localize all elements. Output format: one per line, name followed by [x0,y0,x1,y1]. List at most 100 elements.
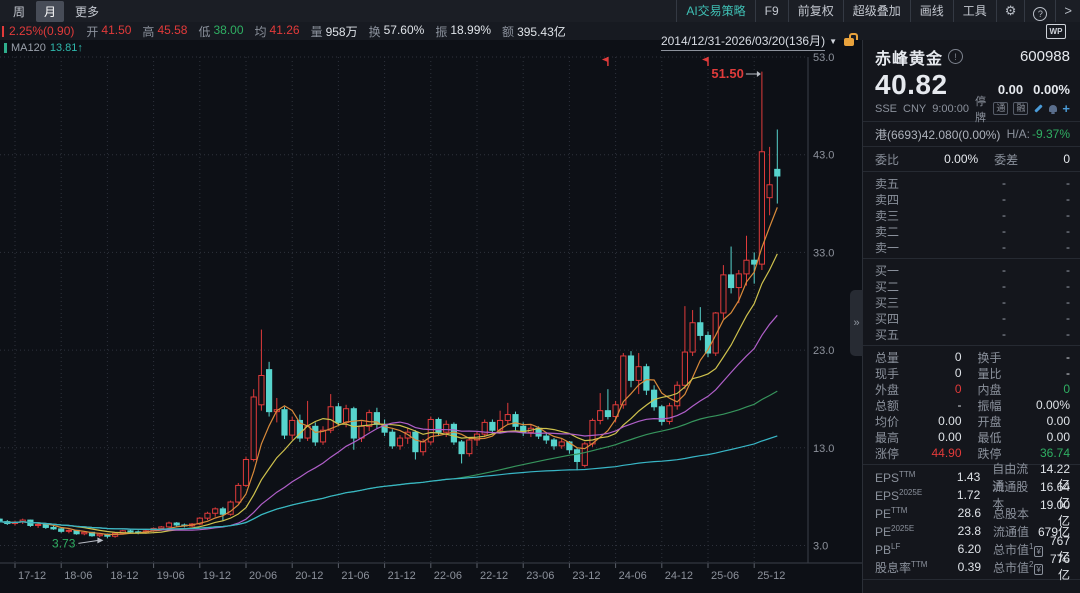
fundamental-row: PETTM28.6总股本19.00亿 [875,504,1070,522]
svg-text:23-06: 23-06 [526,570,554,582]
stock-name: 赤峰黄金 [875,45,943,69]
ask-row[interactable]: 卖一-- [875,239,1070,255]
ask-row[interactable]: 卖四-- [875,191,1070,207]
stat-value: 0.00 [915,430,962,444]
tool-画线[interactable]: 画线 [910,0,953,22]
bid-row[interactable]: 买三-- [875,294,1070,310]
weibi-label: 委比 [875,151,899,168]
date-range-selector[interactable]: 2014/12/31-2026/03/20(136月) ▼ [661,32,854,51]
yen-icon: ¥ [1034,546,1042,557]
gear-icon[interactable]: ⚙ [996,0,1025,22]
level-volume: - [1006,327,1070,341]
ha-premium-label: H/A: [1007,127,1030,141]
svg-text:18-06: 18-06 [64,570,92,582]
info-icon[interactable]: ! [948,49,963,64]
stat-value: 41.26 [270,23,300,40]
tool-超级叠加[interactable]: 超级叠加 [843,0,910,22]
tab-月[interactable]: 月 [36,1,64,22]
level-volume: - [1006,295,1070,309]
ma-legend-name: MA120 [11,42,46,54]
level-volume: - [1006,208,1070,222]
svg-text:22-06: 22-06 [434,570,462,582]
stat-value: 18.99% [450,23,491,40]
tool-AI交易策略[interactable]: AI交易策略 [676,0,754,22]
fund-label: 总市值2¥ [993,559,1043,576]
tab-更多[interactable]: 更多 [67,1,107,22]
svg-text:20-06: 20-06 [249,570,277,582]
ask-row[interactable]: 卖五-- [875,175,1070,191]
bid-row[interactable]: 买二-- [875,278,1070,294]
ask-row[interactable]: 卖二-- [875,223,1070,239]
bid-levels: 买一--买二--买三--买四--买五-- [875,262,1070,342]
tool-F9[interactable]: F9 [755,0,788,22]
fund-label: 股息率TTM [875,559,937,576]
stat-row: 总额-振幅0.00% [875,397,1070,413]
level-label: 买二 [875,278,915,295]
tool-前复权[interactable]: 前复权 [788,0,843,22]
stat-value: 0.00 [1024,430,1071,444]
quote-time: 9:00:00 [932,103,969,115]
stat-label: 均价 [875,413,915,430]
fund-label: 总市值1¥ [993,541,1043,558]
svg-text:13.0: 13.0 [813,443,834,455]
svg-text:43.0: 43.0 [813,150,834,162]
add-icon[interactable]: + [1062,104,1070,114]
fundamental-row: 股息率TTM0.39总市值2¥776亿 [875,558,1070,576]
level-price: - [915,311,1006,325]
panel-collapse-handle[interactable]: » [850,290,863,356]
bid-row[interactable]: 买四-- [875,310,1070,326]
stat-value: 41.50 [101,23,131,40]
margin-badge: 融 [1013,102,1028,115]
svg-text:24-12: 24-12 [665,570,693,582]
edit-pencil-icon[interactable] [1035,104,1043,112]
bid-row[interactable]: 买一-- [875,262,1070,278]
level-volume: - [1006,224,1070,238]
level-label: 卖三 [875,207,915,224]
svg-text:25-12: 25-12 [757,570,785,582]
level-label: 卖二 [875,223,915,240]
hk-share-row: 港(6693)42.080(0.00%) H/A: -9.37% [875,125,1070,143]
bid-row[interactable]: 买五-- [875,326,1070,342]
stat-label: 外盘 [875,381,915,398]
level-price: - [915,224,1006,238]
fundamentals: EPSTTM1.43自由流通14.22亿EPS2025E1.72流通股本16.6… [875,468,1070,576]
fund-label: PE2025E [875,524,937,539]
help-icon[interactable]: ? [1024,0,1055,22]
stat-label: 换手 [978,349,1024,366]
fund-label: EPSTTM [875,470,937,485]
stat-value: 0.00% [1024,398,1071,412]
stat-value: - [1024,366,1071,380]
stat-开: 开41.50 [86,23,131,40]
stat-label: 涨停 [875,445,915,462]
unlock-icon[interactable] [844,38,854,46]
tool-工具[interactable]: 工具 [953,0,996,22]
fundamental-row: PE2025E23.8流通值679亿 [875,522,1070,540]
connect-badge: 通 [993,102,1008,115]
stat-label: 换 [369,23,381,40]
change-value: 0.00 [998,82,1023,97]
level-volume: - [1006,263,1070,277]
svg-text:20-12: 20-12 [295,570,323,582]
stat-value: 0 [915,382,962,396]
session-stats: 总量0换手-现手0量比-外盘0内盘0总额-振幅0.00%均价0.00开盘0.00… [875,349,1070,461]
stat-value: 0.00 [1024,414,1071,428]
candlestick-chart[interactable]: 53.043.033.023.013.03.017-1218-0618-1219… [0,40,862,593]
alert-bell-icon[interactable] [1049,105,1057,112]
level-volume: - [1006,311,1070,325]
fund-value: 28.6 [937,506,981,520]
stat-row: 现手0量比- [875,365,1070,381]
tab-周[interactable]: 周 [5,1,33,22]
svg-text:23.0: 23.0 [813,345,834,357]
ma-legend-chip [4,43,7,53]
stat-value: 958万 [326,23,358,40]
wp-window-icon[interactable]: WP [1046,24,1066,39]
chevron-right-icon[interactable]: > [1055,0,1080,22]
ma-legend[interactable]: MA120 13.81↑ [4,42,83,54]
stat-row: 最高0.00最低0.00 [875,429,1070,445]
stat-value: 44.90 [915,446,962,460]
level-volume: - [1006,279,1070,293]
ask-row[interactable]: 卖三-- [875,207,1070,223]
svg-text:53.0: 53.0 [813,52,834,64]
yen-icon: ¥ [1034,564,1042,575]
stat-label: 量比 [978,365,1024,382]
